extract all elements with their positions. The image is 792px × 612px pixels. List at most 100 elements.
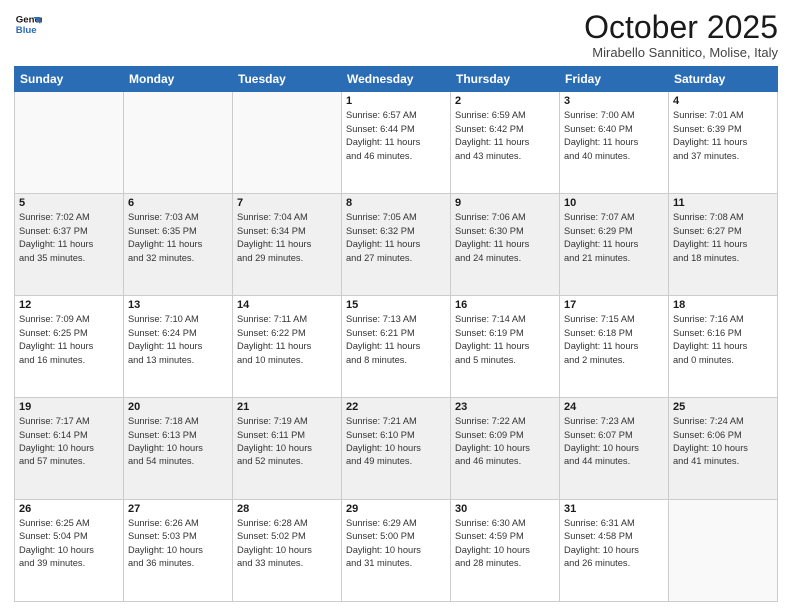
calendar-cell-2-2: 14Sunrise: 7:11 AM Sunset: 6:22 PM Dayli…	[233, 296, 342, 398]
calendar-week-row-3: 19 Sunrise: 7:17 AM Sunset: 6:14 PM Dayli…	[15, 398, 778, 500]
day-info: Sunrise: 7:18 AM Sunset: 6:13 PM Dayligh…	[128, 415, 228, 469]
day-info: Sunrise: 6:29 AM Sunset: 5:00 PM Dayligh…	[346, 517, 446, 571]
day-info: Sunrise: 6:26 AM Sunset: 5:03 PM Dayligh…	[128, 517, 228, 571]
day-number: 7	[237, 197, 337, 209]
calendar-table: SundayMondayTuesdayWednesdayThursdayFrid…	[14, 66, 778, 602]
day-info: Sunrise: 7:06 AM Sunset: 6:30 PM Dayligh…	[455, 211, 555, 265]
weekday-header-saturday: Saturday	[669, 67, 778, 92]
month-title: October 2025	[584, 10, 778, 45]
calendar-cell-1-0: 5Sunrise: 7:02 AM Sunset: 6:37 PM Daylig…	[15, 194, 124, 296]
day-info: Sunrise: 6:31 AM Sunset: 4:58 PM Dayligh…	[564, 517, 664, 571]
title-block: October 2025 Mirabello Sannitico, Molise…	[584, 10, 778, 60]
calendar-cell-1-2: 7 Sunrise: 7:04 AM Sunset: 6:34 PM Daylig…	[233, 194, 342, 296]
day-number: 12	[19, 299, 119, 311]
day-info: Sunrise: 7:19 AM Sunset: 6:11 PM Dayligh…	[237, 415, 337, 469]
weekday-header-sunday: Sunday	[15, 67, 124, 92]
header: General Blue October 2025 Mirabello Sann…	[14, 10, 778, 60]
day-info: Sunrise: 7:02 AM Sunset: 6:37 PM Dayligh…	[19, 211, 119, 265]
day-number: 24	[564, 401, 664, 413]
calendar-cell-2-1: 13 Sunrise: 7:10 AM Sunset: 6:24 PM Dayli…	[124, 296, 233, 398]
day-number: 17	[564, 299, 664, 311]
weekday-header-tuesday: Tuesday	[233, 67, 342, 92]
day-info: Sunrise: 6:59 AM Sunset: 6:42 PM Dayligh…	[455, 109, 555, 163]
day-number: 16	[455, 299, 555, 311]
calendar-cell-3-5: 24 Sunrise: 7:23 AM Sunset: 6:07 PM Dayli…	[560, 398, 669, 500]
day-info: Sunrise: 7:00 AM Sunset: 6:40 PM Dayligh…	[564, 109, 664, 163]
calendar-cell-3-1: 20 Sunrise: 7:18 AM Sunset: 6:13 PM Dayli…	[124, 398, 233, 500]
day-number: 4	[673, 95, 773, 107]
location-subtitle: Mirabello Sannitico, Molise, Italy	[584, 45, 778, 60]
day-info: Sunrise: 7:01 AM Sunset: 6:39 PM Dayligh…	[673, 109, 773, 163]
day-number: 2	[455, 95, 555, 107]
calendar-cell-1-6: 11 Sunrise: 7:08 AM Sunset: 6:27 PM Dayli…	[669, 194, 778, 296]
calendar-cell-3-3: 22 Sunrise: 7:21 AM Sunset: 6:10 PM Dayli…	[342, 398, 451, 500]
day-number: 3	[564, 95, 664, 107]
day-info: Sunrise: 7:09 AM Sunset: 6:25 PM Dayligh…	[19, 313, 119, 367]
day-info: Sunrise: 7:07 AM Sunset: 6:29 PM Dayligh…	[564, 211, 664, 265]
day-number: 30	[455, 503, 555, 515]
day-info: Sunrise: 7:17 AM Sunset: 6:14 PM Dayligh…	[19, 415, 119, 469]
day-info: Sunrise: 7:15 AM Sunset: 6:18 PM Dayligh…	[564, 313, 664, 367]
calendar-cell-0-3: 1 Sunrise: 6:57 AM Sunset: 6:44 PM Daylig…	[342, 92, 451, 194]
day-info: Sunrise: 7:10 AM Sunset: 6:24 PM Dayligh…	[128, 313, 228, 367]
calendar-cell-2-0: 12 Sunrise: 7:09 AM Sunset: 6:25 PM Dayli…	[15, 296, 124, 398]
weekday-header-wednesday: Wednesday	[342, 67, 451, 92]
day-info: Sunrise: 7:21 AM Sunset: 6:10 PM Dayligh…	[346, 415, 446, 469]
calendar-cell-0-1	[124, 92, 233, 194]
calendar-cell-4-5: 31 Sunrise: 6:31 AM Sunset: 4:58 PM Dayli…	[560, 500, 669, 602]
calendar-cell-3-0: 19 Sunrise: 7:17 AM Sunset: 6:14 PM Dayli…	[15, 398, 124, 500]
calendar-cell-3-4: 23 Sunrise: 7:22 AM Sunset: 6:09 PM Dayli…	[451, 398, 560, 500]
calendar-cell-2-3: 15Sunrise: 7:13 AM Sunset: 6:21 PM Dayli…	[342, 296, 451, 398]
day-number: 9	[455, 197, 555, 209]
day-info: Sunrise: 7:23 AM Sunset: 6:07 PM Dayligh…	[564, 415, 664, 469]
calendar-cell-0-2	[233, 92, 342, 194]
calendar-week-row-2: 12 Sunrise: 7:09 AM Sunset: 6:25 PM Dayli…	[15, 296, 778, 398]
day-number: 22	[346, 401, 446, 413]
day-info: Sunrise: 7:13 AM Sunset: 6:21 PM Dayligh…	[346, 313, 446, 367]
day-number: 21	[237, 401, 337, 413]
calendar-cell-2-4: 16 Sunrise: 7:14 AM Sunset: 6:19 PM Dayli…	[451, 296, 560, 398]
calendar-cell-1-4: 9 Sunrise: 7:06 AM Sunset: 6:30 PM Daylig…	[451, 194, 560, 296]
calendar-cell-2-5: 17 Sunrise: 7:15 AM Sunset: 6:18 PM Dayli…	[560, 296, 669, 398]
day-info: Sunrise: 6:30 AM Sunset: 4:59 PM Dayligh…	[455, 517, 555, 571]
day-number: 10	[564, 197, 664, 209]
calendar-cell-1-3: 8Sunrise: 7:05 AM Sunset: 6:32 PM Daylig…	[342, 194, 451, 296]
calendar-cell-0-5: 3 Sunrise: 7:00 AM Sunset: 6:40 PM Daylig…	[560, 92, 669, 194]
day-number: 14	[237, 299, 337, 311]
calendar-cell-4-0: 26 Sunrise: 6:25 AM Sunset: 5:04 PM Dayli…	[15, 500, 124, 602]
day-number: 6	[128, 197, 228, 209]
day-number: 1	[346, 95, 446, 107]
day-number: 20	[128, 401, 228, 413]
day-info: Sunrise: 6:57 AM Sunset: 6:44 PM Dayligh…	[346, 109, 446, 163]
weekday-header-monday: Monday	[124, 67, 233, 92]
calendar-cell-3-6: 25Sunrise: 7:24 AM Sunset: 6:06 PM Dayli…	[669, 398, 778, 500]
calendar-week-row-4: 26 Sunrise: 6:25 AM Sunset: 5:04 PM Dayli…	[15, 500, 778, 602]
calendar-week-row-1: 5Sunrise: 7:02 AM Sunset: 6:37 PM Daylig…	[15, 194, 778, 296]
calendar-cell-0-0	[15, 92, 124, 194]
day-info: Sunrise: 7:05 AM Sunset: 6:32 PM Dayligh…	[346, 211, 446, 265]
calendar-week-row-0: 1 Sunrise: 6:57 AM Sunset: 6:44 PM Daylig…	[15, 92, 778, 194]
calendar-cell-4-3: 29Sunrise: 6:29 AM Sunset: 5:00 PM Dayli…	[342, 500, 451, 602]
weekday-header-row: SundayMondayTuesdayWednesdayThursdayFrid…	[15, 67, 778, 92]
day-number: 31	[564, 503, 664, 515]
day-info: Sunrise: 7:22 AM Sunset: 6:09 PM Dayligh…	[455, 415, 555, 469]
day-number: 13	[128, 299, 228, 311]
day-info: Sunrise: 7:16 AM Sunset: 6:16 PM Dayligh…	[673, 313, 773, 367]
day-number: 26	[19, 503, 119, 515]
calendar-cell-0-4: 2 Sunrise: 6:59 AM Sunset: 6:42 PM Daylig…	[451, 92, 560, 194]
day-info: Sunrise: 7:08 AM Sunset: 6:27 PM Dayligh…	[673, 211, 773, 265]
calendar-cell-4-2: 28Sunrise: 6:28 AM Sunset: 5:02 PM Dayli…	[233, 500, 342, 602]
weekday-header-thursday: Thursday	[451, 67, 560, 92]
day-number: 18	[673, 299, 773, 311]
calendar-cell-4-4: 30 Sunrise: 6:30 AM Sunset: 4:59 PM Dayli…	[451, 500, 560, 602]
calendar-cell-0-6: 4 Sunrise: 7:01 AM Sunset: 6:39 PM Daylig…	[669, 92, 778, 194]
day-number: 11	[673, 197, 773, 209]
day-info: Sunrise: 7:04 AM Sunset: 6:34 PM Dayligh…	[237, 211, 337, 265]
day-number: 19	[19, 401, 119, 413]
day-info: Sunrise: 7:14 AM Sunset: 6:19 PM Dayligh…	[455, 313, 555, 367]
day-number: 23	[455, 401, 555, 413]
calendar-cell-1-5: 10 Sunrise: 7:07 AM Sunset: 6:29 PM Dayli…	[560, 194, 669, 296]
day-info: Sunrise: 6:25 AM Sunset: 5:04 PM Dayligh…	[19, 517, 119, 571]
svg-text:Blue: Blue	[16, 25, 37, 36]
logo: General Blue	[14, 10, 42, 38]
